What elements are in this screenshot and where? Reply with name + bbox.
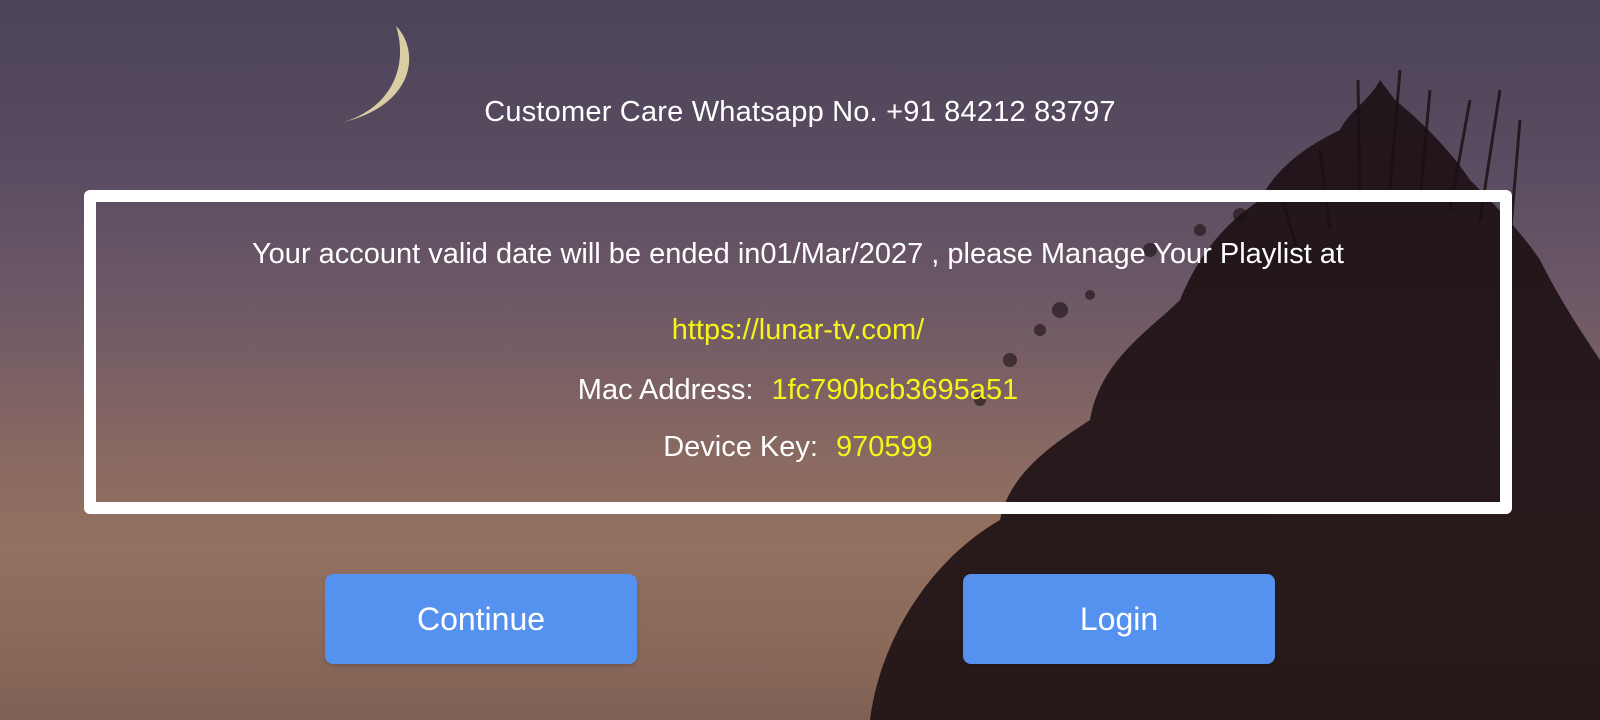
customer-care-text: Customer Care Whatsapp No. +91 84212 837… (484, 96, 1116, 128)
device-key-row: Device Key: 970599 (96, 431, 1500, 464)
welcome-screen: Customer Care Whatsapp No. +91 84212 837… (0, 0, 1600, 720)
account-info-box: Your account valid date will be ended in… (84, 190, 1512, 514)
mac-address-value: 1fc790bcb3695a51 (771, 374, 1019, 406)
device-key-label: Device Key: (663, 431, 818, 463)
validity-message: Your account valid date will be ended in… (252, 238, 1344, 270)
device-key-value: 970599 (835, 431, 933, 463)
login-button[interactable]: Login (963, 574, 1275, 664)
playlist-url-link[interactable]: https://lunar-tv.com/ (96, 314, 1500, 347)
continue-button[interactable]: Continue (325, 574, 637, 664)
mac-address-label: Mac Address: (577, 374, 754, 406)
mac-address-row: Mac Address: 1fc790bcb3695a51 (96, 374, 1500, 407)
